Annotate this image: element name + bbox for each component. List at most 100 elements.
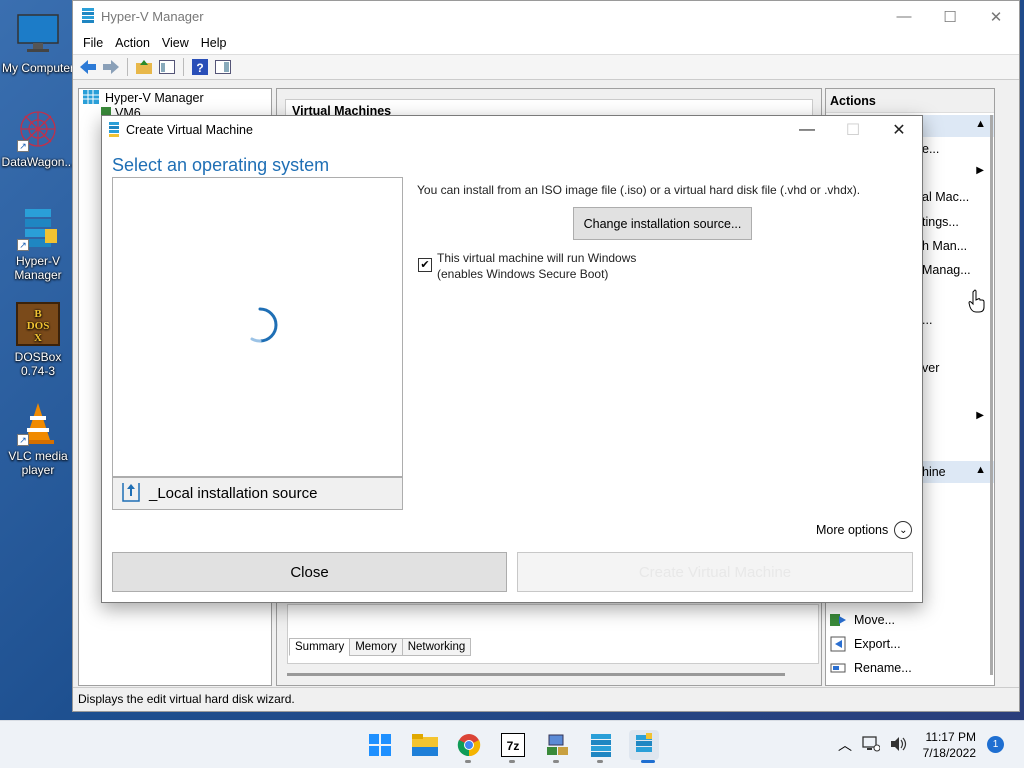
hyperv-titlebar[interactable]: Hyper-V Manager — ☐ ✕: [73, 1, 1019, 32]
action-item-partial[interactable]: h Man...: [922, 239, 967, 253]
chevron-down-icon: ⌄: [894, 521, 913, 539]
rename-icon: [830, 660, 846, 676]
vlc-cone-icon: ↗: [15, 400, 61, 446]
action-item-partial[interactable]: ...: [922, 313, 932, 327]
file-explorer-icon[interactable]: [411, 731, 439, 759]
toolbar-separator: [183, 58, 184, 76]
menu-bar: File Action View Help: [73, 32, 1019, 54]
tree-node-hyperv-manager[interactable]: Hyper-V Manager: [79, 89, 271, 107]
tab-networking[interactable]: Networking: [401, 638, 472, 656]
status-bar: Displays the edit virtual hard disk wiza…: [73, 687, 1019, 711]
network-app-icon[interactable]: [543, 731, 571, 759]
monitor-icon: [15, 12, 61, 58]
action-move[interactable]: Move...: [830, 612, 895, 628]
action-item-partial[interactable]: al Mac...: [922, 190, 969, 204]
svg-text:7z: 7z: [507, 739, 520, 753]
maximize-button[interactable]: ☐: [927, 1, 973, 32]
shortcut-arrow-icon: ↗: [17, 239, 29, 251]
menu-file[interactable]: File: [77, 36, 109, 50]
change-installation-source-button[interactable]: Change installation source...: [573, 207, 752, 240]
action-item-partial[interactable]: tings...: [922, 215, 959, 229]
action-label: Move...: [854, 613, 895, 627]
desktop-icon-vlc[interactable]: ↗ VLC media player: [0, 400, 76, 477]
svg-text:X: X: [34, 332, 42, 344]
close-button[interactable]: Close: [112, 552, 507, 592]
forward-arrow-icon[interactable]: [102, 58, 120, 76]
dialog-maximize-button: ☐: [845, 122, 861, 139]
action-item-partial[interactable]: e...: [922, 142, 939, 156]
dialog-minimize-button[interactable]: —: [784, 116, 830, 144]
windows-checkbox[interactable]: ✔: [418, 258, 432, 272]
clock-date: 7/18/2022: [922, 746, 976, 760]
loading-spinner-icon: [241, 306, 279, 347]
checkbox-label-line1: This virtual machine will run Windows: [437, 251, 637, 265]
volume-icon[interactable]: [890, 736, 908, 755]
up-folder-icon[interactable]: [135, 58, 153, 76]
install-instructions: You can install from an ISO image file (…: [417, 183, 861, 197]
action-export[interactable]: Export...: [830, 636, 901, 652]
collapse-arrow-icon: ▲: [975, 118, 986, 130]
tab-memory[interactable]: Memory: [349, 638, 403, 656]
hyperv-dialog-icon: [108, 121, 120, 140]
action-label: Rename...: [854, 661, 912, 675]
dialog-close-button[interactable]: ✕: [876, 116, 922, 144]
action-label: Export...: [854, 637, 901, 651]
vertical-scrollbar[interactable]: [990, 115, 993, 675]
dialog-titlebar[interactable]: Create Virtual Machine — ☐ ✕: [102, 116, 922, 144]
desktop-icon-label: DataWagon...: [1, 155, 75, 169]
hyperv-node-icon: [83, 89, 99, 107]
collapse-arrow-icon: ▲: [975, 464, 986, 476]
toolbar-separator: [127, 58, 128, 76]
create-vm-dialog: Create Virtual Machine — ☐ ✕ Select an o…: [101, 115, 923, 603]
action-item-partial[interactable]: ver: [922, 361, 939, 375]
actions-header: Actions: [826, 89, 994, 113]
desktop-icon-hyperv[interactable]: ↗ Hyper-V Manager: [0, 205, 76, 282]
minimize-button[interactable]: —: [881, 1, 927, 32]
desktop-icon-my-computer[interactable]: My Computer: [0, 12, 76, 75]
menu-action[interactable]: Action: [109, 36, 156, 50]
clock-time: 11:17 PM: [925, 730, 976, 744]
desktop-icon-datawagon[interactable]: ↗ DataWagon...: [0, 106, 76, 169]
local-installation-source[interactable]: _Local installation source: [112, 477, 403, 510]
close-window-button[interactable]: ✕: [973, 1, 1019, 32]
horizontal-scrollbar[interactable]: [287, 673, 785, 676]
7zip-icon[interactable]: 7z: [499, 731, 527, 759]
desktop-icon-label: My Computer: [1, 61, 75, 75]
chrome-icon[interactable]: [455, 731, 483, 759]
shortcut-arrow-icon: ↗: [17, 434, 29, 446]
notification-badge[interactable]: 1: [987, 736, 1004, 753]
desktop-icon-dosbox[interactable]: B DOS X DOSBox 0.74-3: [0, 301, 76, 378]
svg-text:B: B: [34, 308, 42, 320]
desktop-icon-label: VLC media player: [8, 449, 68, 477]
create-vm-button: Create Virtual Machine: [517, 552, 913, 592]
hyperv-taskbar-icon[interactable]: [587, 731, 615, 759]
action-rename[interactable]: Rename...: [830, 660, 912, 676]
more-options-toggle[interactable]: More options ⌄: [816, 521, 913, 539]
show-tree-icon[interactable]: [158, 58, 176, 76]
datawagon-icon: ↗: [15, 106, 61, 152]
action-item-partial[interactable]: Manag...: [922, 263, 971, 277]
back-arrow-icon[interactable]: [79, 58, 97, 76]
hyperv-icon: ↗: [15, 205, 61, 251]
toolbar: ?: [73, 54, 1019, 80]
active-indicator: [641, 760, 655, 763]
dialog-title: Create Virtual Machine: [126, 123, 253, 137]
menu-help[interactable]: Help: [195, 36, 233, 50]
running-indicator: [509, 760, 515, 763]
help-icon[interactable]: ?: [191, 58, 209, 76]
checkbox-label-line2: (enables Windows Secure Boot): [437, 267, 609, 281]
details-tabs: Summary Memory Networking: [289, 638, 472, 656]
taskbar-clock[interactable]: 11:17 PM 7/18/2022: [916, 729, 976, 761]
chevron-up-icon[interactable]: ︿: [838, 735, 852, 755]
windows-start-icon[interactable]: [366, 731, 394, 759]
action-pane-icon[interactable]: [214, 58, 232, 76]
hand-cursor-icon: [968, 289, 986, 316]
os-list[interactable]: [112, 177, 403, 477]
submenu-arrow-icon: ▶: [976, 165, 984, 176]
network-icon[interactable]: [862, 735, 881, 755]
tree-node-label: Hyper-V Manager: [105, 91, 204, 105]
menu-view[interactable]: View: [156, 36, 195, 50]
tab-summary[interactable]: Summary: [289, 638, 351, 656]
dialog-heading: Select an operating system: [112, 155, 330, 175]
hyperv-vm-taskbar-icon[interactable]: [629, 730, 659, 760]
